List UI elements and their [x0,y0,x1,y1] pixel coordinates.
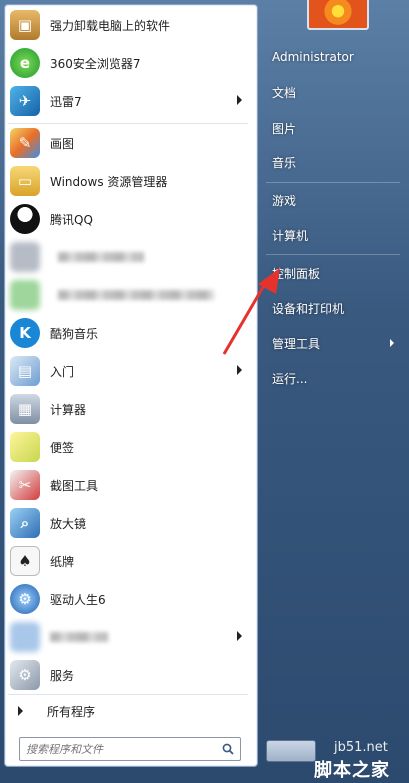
program-explorer[interactable]: ▭ Windows 资源管理器 [6,164,250,198]
program-kugou[interactable]: K 酷狗音乐 [6,316,250,350]
user-avatar[interactable] [307,0,369,30]
all-programs-label: 所有程序 [47,704,96,719]
services-gears-icon: ⚙ [10,660,40,690]
program-label: 酷狗音乐 [50,326,99,341]
paint-palette-icon: ✎ [10,128,40,158]
program-driver[interactable]: ⚙ 驱动人生6 [6,582,250,616]
shutdown-button[interactable] [266,740,316,762]
uninstall-box-icon: ▣ [10,10,40,40]
menu-label: 运行... [272,371,308,386]
menu-run[interactable]: 运行... [272,366,307,390]
submenu-arrow-icon [237,365,242,375]
program-label: 迅雷7 [50,94,82,109]
program-label: 放大镜 [50,516,87,531]
program-label: 便签 [50,440,75,455]
search-input[interactable] [26,742,216,756]
separator [8,123,248,124]
program-services[interactable]: ⚙ 服务 [6,658,250,692]
separator [266,182,400,183]
explorer-folder-icon: ▭ [10,166,40,196]
blurred-label [58,290,214,300]
program-label: 360安全浏览器7 [50,56,141,71]
menu-label: 音乐 [272,155,297,170]
program-solitaire[interactable]: ♠ 纸牌 [6,544,250,578]
menu-label: 图片 [272,121,297,136]
all-programs-button[interactable]: 所有程序 [6,698,250,724]
menu-games[interactable]: 游戏 [272,188,296,212]
blurred-app-icon [10,622,40,652]
kugou-icon: K [10,318,40,348]
search-box[interactable] [19,737,241,761]
program-calculator[interactable]: ▦ 计算器 [6,392,250,426]
program-label: 腾讯QQ [50,212,93,227]
program-blurred-3[interactable] [6,620,250,654]
menu-label: 计算机 [272,228,309,243]
blurred-label [50,632,108,642]
red-annotation-arrow [222,268,280,355]
user-name-link[interactable]: Administrator [272,45,354,69]
program-qq[interactable]: 腾讯QQ [6,202,250,236]
watermark-site: jb51.net [334,740,388,755]
blurred-app-icon [10,280,40,310]
menu-label: 文档 [272,85,297,100]
separator [8,694,248,695]
menu-pictures[interactable]: 图片 [272,116,296,140]
program-label: 计算器 [50,402,87,417]
program-label: 截图工具 [50,478,99,493]
solitaire-card-icon: ♠ [10,546,40,576]
blurred-label [58,252,144,262]
program-sticky-notes[interactable]: 便签 [6,430,250,464]
search-icon[interactable] [222,743,234,755]
getting-started-icon: ▤ [10,356,40,386]
calculator-icon: ▦ [10,394,40,424]
separator [266,254,400,255]
program-magnifier[interactable]: ⌕ 放大镜 [6,506,250,540]
expand-arrow-icon [18,706,23,716]
xunlei-bird-icon: ✈ [10,86,40,116]
submenu-arrow-icon [390,339,394,347]
program-getting-started[interactable]: ▤ 入门 [6,354,250,388]
program-snipping-tool[interactable]: ✂ 截图工具 [6,468,250,502]
program-label: 驱动人生6 [50,592,106,607]
program-xunlei[interactable]: ✈ 迅雷7 [6,84,250,118]
program-label: 强力卸载电脑上的软件 [50,18,171,33]
menu-documents[interactable]: 文档 [272,80,296,104]
user-name-label: Administrator [272,50,354,64]
program-label: 画图 [50,136,75,151]
qq-penguin-icon [10,204,40,234]
watermark-name: 脚本之家 [314,760,390,781]
program-360-browser[interactable]: e 360安全浏览器7 [6,46,250,80]
menu-label: 游戏 [272,193,297,208]
program-label: 纸牌 [50,554,75,569]
browser-360-icon: e [10,48,40,78]
blurred-app-icon [10,242,40,272]
menu-computer[interactable]: 计算机 [272,223,308,247]
submenu-arrow-icon [237,631,242,641]
snipping-tool-icon: ✂ [10,470,40,500]
program-label: 服务 [50,668,75,683]
driver-gear-icon: ⚙ [10,584,40,614]
program-label: 入门 [50,364,75,379]
sticky-notes-icon [10,432,40,462]
submenu-arrow-icon [237,95,242,105]
program-uninstall[interactable]: ▣ 强力卸载电脑上的软件 [6,8,250,42]
program-paint[interactable]: ✎ 画图 [6,126,250,160]
program-label: Windows 资源管理器 [50,174,168,189]
magnifier-icon: ⌕ [10,508,40,538]
menu-music[interactable]: 音乐 [272,150,296,174]
